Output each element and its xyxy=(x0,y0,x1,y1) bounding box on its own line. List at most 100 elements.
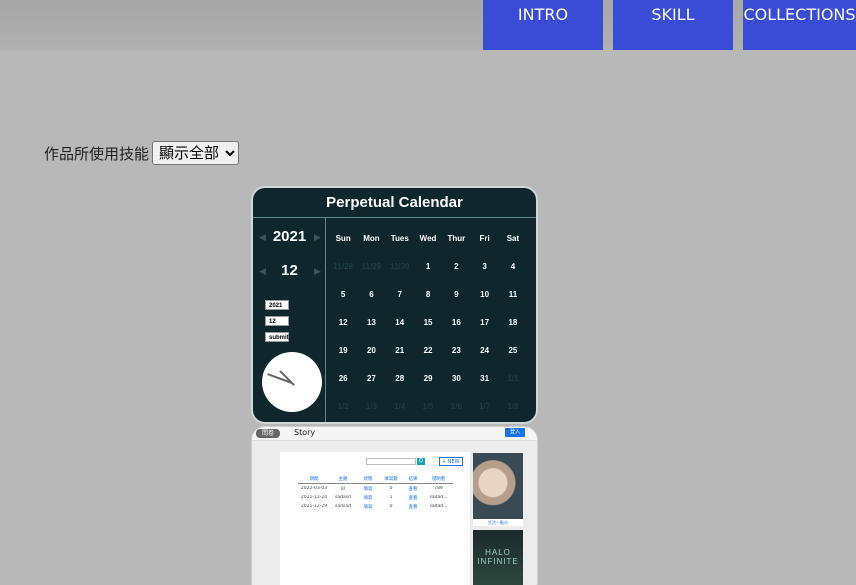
new-survey-button[interactable]: + NEW xyxy=(439,457,463,466)
calendar-day[interactable]: 11/29 xyxy=(357,262,385,271)
calendar-day[interactable]: 31 xyxy=(470,374,498,383)
calendar-day[interactable]: 19 xyxy=(329,346,357,355)
weekday-label: Thur xyxy=(447,233,466,243)
calendar-day[interactable]: 5 xyxy=(329,290,357,299)
table-cell: jjj xyxy=(341,486,345,491)
calendar-project-card[interactable]: Perpetual Calendar ◀ 2021 ▶ ◀ 12 ▶ 2021 … xyxy=(251,186,538,424)
login-button[interactable]: 登入 xyxy=(504,428,525,437)
table-link[interactable]: 填寫 xyxy=(356,495,380,501)
table-cell: 2021-12-29 xyxy=(300,504,328,509)
calendar-day[interactable]: 11 xyxy=(499,290,527,299)
table-cell: 0 xyxy=(389,486,393,491)
calendar-day[interactable]: 21 xyxy=(386,346,414,355)
table-header-cell: 證明者 xyxy=(431,477,446,482)
calendar-weeks: 11/28 11/29 11/30 1 2 3 4 5 6 7 8 9 10 11 12 13 14 15 16 17… xyxy=(329,252,536,420)
next-year-icon[interactable]: ▶ xyxy=(314,233,321,243)
calendar-title: Perpetual Calendar xyxy=(253,188,536,218)
weekday-label: Tues xyxy=(390,233,409,243)
calendar-week-row: 5 6 7 8 9 10 11 xyxy=(329,280,536,308)
table-row: 2021-12-24 sadasd 填寫 1 查看 sadad... xyxy=(298,493,453,502)
table-cell: sadad... xyxy=(429,504,448,509)
weekday-label: Mon xyxy=(363,233,380,243)
calendar-day[interactable]: 8 xyxy=(414,290,442,299)
calendar-day[interactable]: 11/30 xyxy=(386,262,414,271)
calendar-day[interactable]: 28 xyxy=(386,374,414,383)
calendar-day[interactable]: 30 xyxy=(442,374,470,383)
search-icon[interactable]: Q xyxy=(417,458,425,465)
table-header-cell: 填寫數 xyxy=(384,477,398,482)
calendar-day[interactable]: 13 xyxy=(357,318,385,327)
survey-panel: Q + NEW 期間 主題 狀態 填寫數 結果 證明者 2022-03-03 jjj 填寫 0 查看… xyxy=(280,452,470,585)
table-cell: 2022-03-03 xyxy=(300,486,328,491)
story-header: 問卷 Story 登入 xyxy=(252,427,537,441)
weekday-label: Wed xyxy=(419,233,437,243)
calendar-day[interactable]: 18 xyxy=(499,318,527,327)
calendar-day[interactable]: 1 xyxy=(414,262,442,271)
calendar-day[interactable]: 1/6 xyxy=(442,402,470,411)
table-header-cell: 期間 xyxy=(309,477,319,482)
calendar-day[interactable]: 1/7 xyxy=(470,402,498,411)
calendar-day[interactable]: 1/3 xyxy=(357,402,385,411)
table-cell: 2021-12-24 xyxy=(300,495,328,500)
calendar-day[interactable]: 7 xyxy=(386,290,414,299)
calendar-day[interactable]: 16 xyxy=(442,318,470,327)
calendar-day[interactable]: 1/4 xyxy=(386,402,414,411)
calendar-day[interactable]: 25 xyxy=(499,346,527,355)
calendar-day[interactable]: 9 xyxy=(442,290,470,299)
table-link[interactable]: 填寫 xyxy=(356,504,380,510)
calendar-day[interactable]: 29 xyxy=(414,374,442,383)
weekday-label: Fri xyxy=(479,233,490,243)
analog-clock xyxy=(262,352,322,412)
calendar-day[interactable]: 26 xyxy=(329,374,357,383)
story-app-name: Story xyxy=(294,428,316,437)
calendar-day[interactable]: 10 xyxy=(470,290,498,299)
table-cell: sadsad xyxy=(335,504,351,509)
calendar-day[interactable]: 2 xyxy=(442,262,470,271)
calendar-day[interactable]: 3 xyxy=(470,262,498,271)
table-link[interactable]: 查看 xyxy=(402,486,424,492)
weekday-label: Sun xyxy=(335,233,351,243)
halo-infinite-image: HALO INFINITE xyxy=(473,530,523,585)
table-header-row: 期間 主題 狀態 填寫數 結果 證明者 xyxy=(298,475,453,484)
calendar-day[interactable]: 20 xyxy=(357,346,385,355)
story-project-card[interactable]: 問卷 Story 登入 Q + NEW 期間 主題 狀態 填寫數 結果 證明者 2022-0… xyxy=(251,426,538,585)
table-link[interactable]: 查看 xyxy=(402,495,424,501)
calendar-day[interactable]: 4 xyxy=(499,262,527,271)
search-input[interactable] xyxy=(366,458,416,465)
thumbnail-card[interactable]: 生活一點分 xyxy=(473,453,523,526)
calendar-week-row: 1/2 1/3 1/4 1/5 1/6 1/7 1/8 xyxy=(329,392,536,420)
table-header-cell: 狀態 xyxy=(363,477,373,482)
calendar-day[interactable]: 22 xyxy=(414,346,442,355)
nav-collections-button[interactable]: COLLECTIONS xyxy=(743,0,856,50)
calendar-day[interactable]: 1/5 xyxy=(414,402,442,411)
calendar-day[interactable]: 11/28 xyxy=(329,262,357,271)
calendar-day[interactable]: 23 xyxy=(442,346,470,355)
calendar-day[interactable]: 1/2 xyxy=(329,402,357,411)
calendar-day[interactable]: 6 xyxy=(357,290,385,299)
table-header-cell: 結果 xyxy=(408,477,418,482)
nav-intro-button[interactable]: INTRO xyxy=(483,0,603,50)
submit-button[interactable]: submit xyxy=(265,332,289,342)
table-link[interactable]: 查看 xyxy=(402,504,424,510)
table-cell: sadasd xyxy=(335,495,351,500)
table-link[interactable]: 填寫 xyxy=(356,486,380,492)
thumbnail-card[interactable]: HALO INFINITE xyxy=(473,530,523,585)
calendar-day[interactable]: 27 xyxy=(357,374,385,383)
calendar-day[interactable]: 15 xyxy=(414,318,442,327)
calendar-day[interactable]: 24 xyxy=(470,346,498,355)
month-input[interactable]: 12 xyxy=(265,316,289,326)
nav-skill-button[interactable]: SKILL xyxy=(613,0,733,50)
next-month-icon[interactable]: ▶ xyxy=(314,267,321,277)
table-row: 2022-03-03 jjj 填寫 0 查看 789 xyxy=(298,484,453,493)
calendar-day[interactable]: 1/8 xyxy=(499,402,527,411)
calendar-day[interactable]: 12 xyxy=(329,318,357,327)
skill-filter-select[interactable]: 顯示全部 xyxy=(152,141,240,165)
thumbnail-list: 生活一點分 HALO INFINITE xyxy=(473,453,525,585)
calendar-week-row: 26 27 28 29 30 31 1/1 xyxy=(329,364,536,392)
calendar-week-row: 12 13 14 15 16 17 18 xyxy=(329,308,536,336)
year-input[interactable]: 2021 xyxy=(265,300,289,310)
calendar-day[interactable]: 1/1 xyxy=(499,374,527,383)
skill-filter-label: 作品所使用技能 xyxy=(44,144,150,163)
calendar-day[interactable]: 17 xyxy=(470,318,498,327)
calendar-day[interactable]: 14 xyxy=(386,318,414,327)
